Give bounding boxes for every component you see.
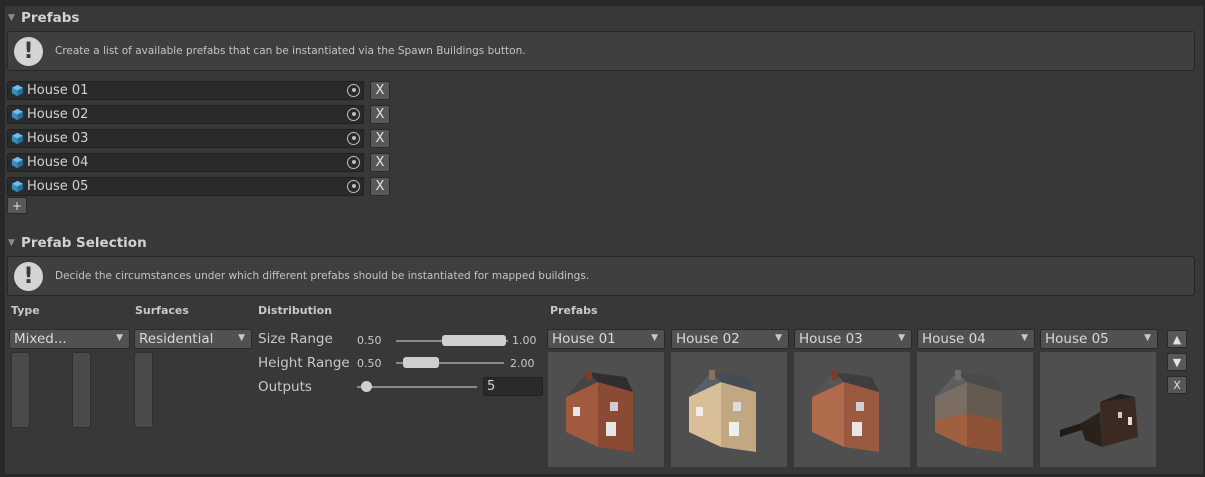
surfaces-column-header: Surfaces bbox=[135, 304, 189, 317]
prefab-object-field[interactable]: House 04 bbox=[7, 152, 364, 172]
remove-prefab-button[interactable]: X bbox=[370, 128, 390, 148]
type-slot[interactable] bbox=[72, 352, 91, 428]
size-range-max: 1.00 bbox=[512, 334, 537, 347]
house-preview-image bbox=[689, 370, 756, 452]
prefab-name: House 05 bbox=[27, 178, 89, 194]
house-preview-image bbox=[566, 370, 633, 452]
remove-prefab-button[interactable]: X bbox=[370, 176, 390, 196]
surfaces-dropdown[interactable]: Residential ▼ bbox=[134, 329, 252, 349]
prefab-object-field[interactable]: House 01 bbox=[7, 80, 364, 100]
house-preview-image bbox=[812, 370, 879, 452]
prefab-list-row: House 03 X bbox=[7, 128, 390, 148]
dropdown-arrow-icon: ▼ bbox=[238, 333, 245, 343]
remove-prefab-button[interactable]: X bbox=[370, 80, 390, 100]
object-picker-icon[interactable] bbox=[347, 179, 360, 193]
prefab-slot-value: House 01 bbox=[552, 331, 616, 347]
prefabs-help-text: Create a list of available prefabs that … bbox=[55, 45, 526, 57]
prefab-preview bbox=[794, 352, 910, 467]
dropdown-arrow-icon: ▼ bbox=[898, 333, 905, 343]
prefab-slot-value: House 04 bbox=[922, 331, 986, 347]
object-picker-icon[interactable] bbox=[347, 155, 360, 169]
prefab-object-field[interactable]: House 03 bbox=[7, 128, 364, 148]
type-dropdown-value: Mixed... bbox=[14, 331, 67, 347]
height-range-max: 2.00 bbox=[510, 357, 535, 370]
selection-help-text: Decide the circumstances under which dif… bbox=[55, 270, 590, 282]
prefab-object-field[interactable]: House 02 bbox=[7, 104, 364, 124]
outputs-label: Outputs bbox=[258, 379, 312, 395]
object-picker-icon[interactable] bbox=[347, 83, 360, 97]
exclamation-icon: ! bbox=[14, 261, 43, 291]
prefab-name: House 04 bbox=[27, 154, 89, 170]
fold-triangle-icon[interactable]: ▼ bbox=[8, 238, 17, 248]
remove-prefab-button[interactable]: X bbox=[370, 152, 390, 172]
outputs-slider-thumb[interactable] bbox=[361, 381, 372, 392]
dropdown-arrow-icon: ▼ bbox=[1144, 333, 1151, 343]
prefab-list-row: House 05 X bbox=[7, 176, 390, 196]
prefab-preview bbox=[548, 352, 664, 467]
prefab-preview bbox=[917, 352, 1033, 467]
size-range-min: 0.50 bbox=[357, 334, 382, 347]
outputs-slider-track[interactable] bbox=[357, 386, 477, 388]
object-picker-icon[interactable] bbox=[347, 131, 360, 145]
prefab-slot-dropdown[interactable]: House 04 ▼ bbox=[917, 329, 1035, 349]
type-dropdown[interactable]: Mixed... ▼ bbox=[9, 329, 130, 349]
prefab-cube-icon bbox=[11, 84, 24, 96]
prefab-preview bbox=[1040, 352, 1156, 467]
prefab-name: House 01 bbox=[27, 82, 89, 98]
dropdown-arrow-icon: ▼ bbox=[651, 333, 658, 343]
dropdown-arrow-icon: ▼ bbox=[1021, 333, 1028, 343]
prefab-slot-value: House 05 bbox=[1045, 331, 1109, 347]
exclamation-icon: ! bbox=[14, 36, 43, 66]
type-column-header: Type bbox=[11, 304, 40, 317]
selection-helpbox: ! Decide the circumstances under which d… bbox=[7, 256, 1195, 296]
prefab-slot-dropdown[interactable]: House 02 ▼ bbox=[671, 329, 789, 349]
size-range-handle[interactable] bbox=[442, 335, 506, 346]
surfaces-dropdown-value: Residential bbox=[139, 331, 214, 347]
prefab-cube-icon bbox=[11, 180, 24, 192]
size-range-label: Size Range bbox=[258, 331, 333, 347]
house-preview-image bbox=[935, 370, 1002, 452]
prefab-preview bbox=[671, 352, 787, 467]
prefab-slot-dropdown[interactable]: House 05 ▼ bbox=[1040, 329, 1158, 349]
prefabs-header[interactable]: ▼ Prefabs bbox=[8, 8, 79, 28]
dropdown-arrow-icon: ▼ bbox=[116, 333, 123, 343]
dropdown-arrow-icon: ▼ bbox=[775, 333, 782, 343]
add-prefab-button[interactable]: + bbox=[7, 197, 27, 214]
type-slot[interactable] bbox=[11, 352, 30, 428]
prefab-list-row: House 04 X bbox=[7, 152, 390, 172]
fold-triangle-icon[interactable]: ▼ bbox=[8, 13, 17, 23]
house-preview-image bbox=[1060, 394, 1138, 447]
prefab-object-field[interactable]: House 05 bbox=[7, 176, 364, 196]
outputs-field[interactable]: 5 bbox=[483, 377, 543, 396]
distribution-column-header: Distribution bbox=[258, 304, 333, 317]
remove-slot-button[interactable]: X bbox=[1167, 376, 1187, 394]
move-down-button[interactable]: ▼ bbox=[1167, 353, 1187, 371]
prefab-list-row: House 02 X bbox=[7, 104, 390, 124]
prefab-cube-icon bbox=[11, 108, 24, 120]
prefab-selection-title: Prefab Selection bbox=[21, 235, 147, 251]
prefab-list-row: House 01 X bbox=[7, 80, 390, 100]
prefabs-column-header: Prefabs bbox=[550, 304, 598, 317]
move-up-button[interactable]: ▲ bbox=[1167, 330, 1187, 348]
prefab-name: House 03 bbox=[27, 130, 89, 146]
prefab-slot-value: House 02 bbox=[676, 331, 740, 347]
object-picker-icon[interactable] bbox=[347, 107, 360, 121]
prefabs-helpbox: ! Create a list of available prefabs tha… bbox=[7, 31, 1195, 71]
height-range-label: Height Range bbox=[258, 355, 350, 371]
remove-prefab-button[interactable]: X bbox=[370, 104, 390, 124]
height-range-min: 0.50 bbox=[357, 357, 382, 370]
height-range-handle[interactable] bbox=[403, 357, 439, 368]
prefab-cube-icon bbox=[11, 132, 24, 144]
prefab-slot-value: House 03 bbox=[799, 331, 863, 347]
prefab-slot-dropdown[interactable]: House 01 ▼ bbox=[547, 329, 665, 349]
prefab-cube-icon bbox=[11, 156, 24, 168]
surfaces-slot[interactable] bbox=[134, 352, 153, 428]
prefabs-title: Prefabs bbox=[21, 10, 80, 26]
prefab-slot-dropdown[interactable]: House 03 ▼ bbox=[794, 329, 912, 349]
prefab-selection-header[interactable]: ▼ Prefab Selection bbox=[8, 233, 147, 253]
prefab-name: House 02 bbox=[27, 106, 89, 122]
